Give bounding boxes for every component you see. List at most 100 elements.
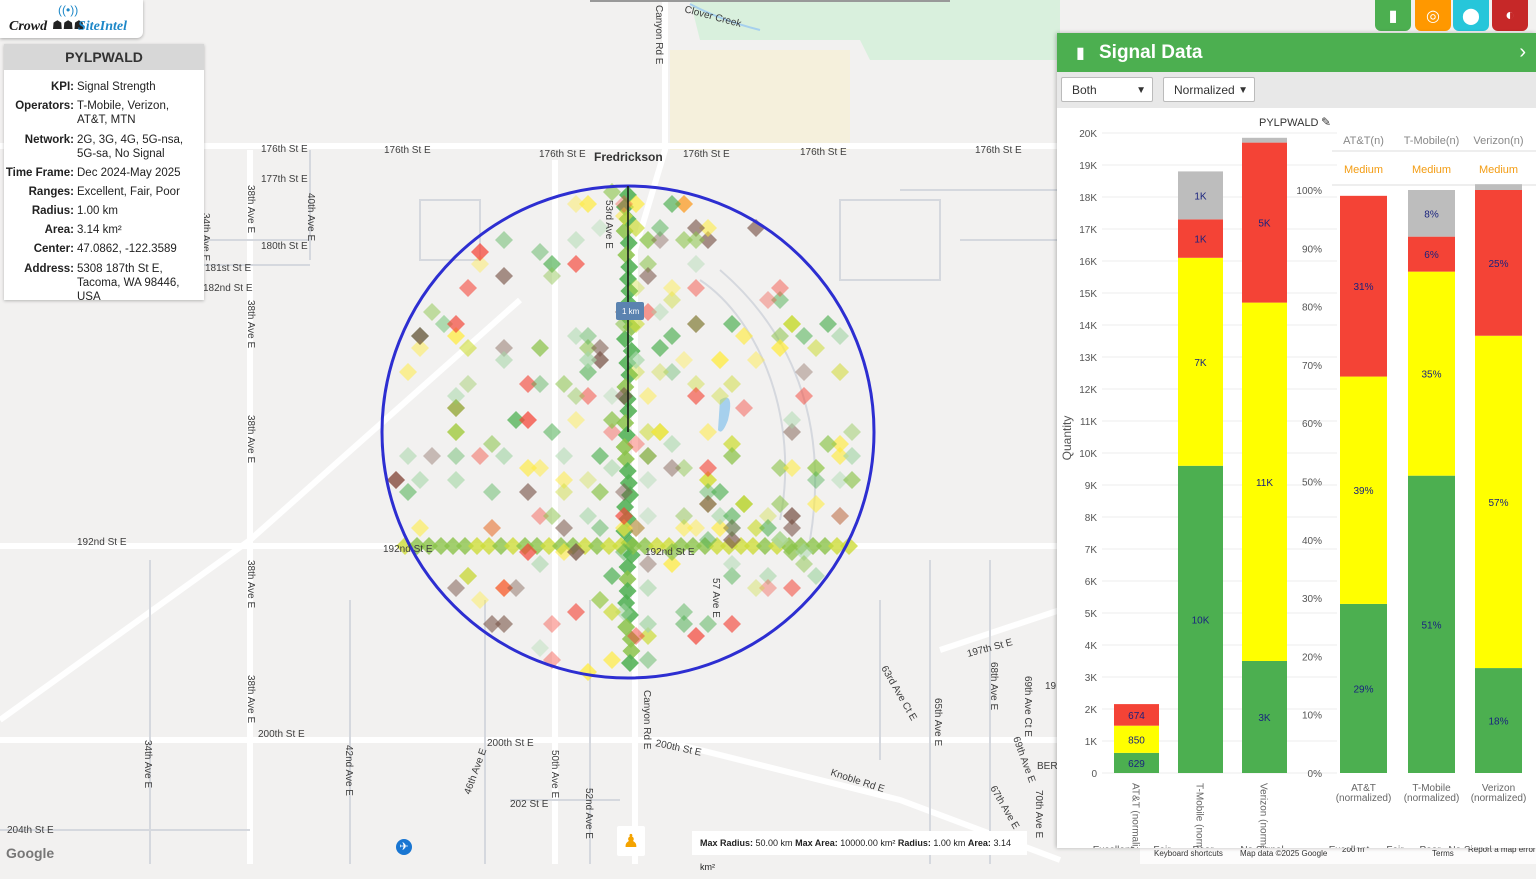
y-tick-label: 5K: [1085, 609, 1098, 620]
chart-button[interactable]: ▮: [1375, 0, 1411, 31]
legend-label: Poor: [1419, 845, 1441, 848]
y-tick-label: 60%: [1302, 419, 1322, 430]
y-tick-label: 30%: [1302, 594, 1322, 605]
map-data-credit: Map data ©2025 Google: [1240, 849, 1328, 858]
bar-data-label: 5K: [1258, 219, 1271, 230]
map-label: BER: [1037, 761, 1058, 772]
bar-data-label: 18%: [1488, 717, 1508, 728]
legend-label: No Signal: [1240, 845, 1283, 848]
terms-link[interactable]: Terms: [1432, 848, 1454, 860]
mode-select[interactable]: Normalized ▼: [1163, 77, 1255, 102]
map-label: 200th St E: [487, 738, 534, 749]
bar-data-label: 629: [1128, 759, 1145, 770]
chevron-down-icon: ▼: [1238, 85, 1248, 96]
bar-data-label: 674: [1128, 711, 1145, 722]
bar-segment[interactable]: [1475, 184, 1522, 190]
location-pin-button[interactable]: ⬤: [1453, 0, 1489, 31]
info-value: 2G, 3G, 4G, 5G-nsa, 5G-sa, No Signal: [77, 134, 184, 160]
map-label: Canyon Rd E: [641, 690, 652, 750]
y-tick-label: 15K: [1079, 289, 1097, 300]
y-tick-label: 4K: [1085, 641, 1098, 652]
map-label: 176th St E: [539, 149, 586, 160]
x-tick-label: (normalized): [1336, 793, 1392, 804]
y-tick-label: 6K: [1085, 577, 1098, 588]
map-label: 182nd St E: [203, 283, 253, 294]
bar-segment[interactable]: [1242, 137, 1287, 143]
column-header: T-Mobile(n): [1404, 135, 1460, 147]
operator-select-value: Both: [1072, 83, 1097, 97]
pegman-icon[interactable]: ♟: [617, 826, 645, 856]
chevron-right-icon[interactable]: ›: [1519, 41, 1526, 64]
map-label: 40th Ave E: [305, 193, 316, 242]
target-button[interactable]: ◎: [1415, 0, 1451, 31]
bar-data-label: 10K: [1192, 615, 1210, 626]
map-label: 202 St E: [510, 799, 549, 810]
bar-data-label: 25%: [1488, 259, 1508, 270]
panel-header: ▮ Signal Data ›: [1057, 33, 1536, 72]
y-tick-label: 17K: [1079, 225, 1097, 236]
info-value: 1.00 km: [77, 205, 118, 217]
map-label: 176th St E: [261, 144, 308, 155]
logo-text-brand: SiteIntel: [78, 19, 128, 34]
operator-select[interactable]: Both ▼: [1061, 77, 1153, 102]
map-label: 52nd Ave E: [583, 788, 594, 839]
map-label: 19: [1045, 681, 1057, 692]
map-label: 177th St E: [261, 174, 308, 185]
map-label: 68th Ave E: [988, 662, 999, 711]
chart-icon: ▮: [1388, 7, 1398, 25]
info-key: Operators:: [15, 100, 74, 112]
info-value: 3.14 km²: [77, 224, 122, 236]
y-tick-label: 8K: [1085, 513, 1098, 524]
map-label: 176th St E: [975, 145, 1022, 156]
keyboard-shortcuts-link[interactable]: Keyboard shortcuts: [1154, 848, 1223, 860]
bar-data-label: 7K: [1194, 358, 1207, 369]
map-label: 192nd St E: [77, 537, 127, 548]
y-tick-label: 10%: [1302, 711, 1322, 722]
bar-data-label: 6%: [1424, 250, 1439, 261]
y-tick-label: 7K: [1085, 545, 1098, 556]
location-title: PYLPWALD: [4, 44, 204, 70]
google-logo: Google: [6, 845, 55, 861]
map-label: 38th Ave E: [245, 560, 256, 609]
map-label: 38th Ave E: [245, 300, 256, 349]
y-tick-label: 90%: [1302, 244, 1322, 255]
map-label: 204th St E: [7, 825, 54, 836]
max-radius-value: 50.00 km: [755, 838, 793, 848]
map-label: 50th Ave E: [549, 750, 560, 799]
y-tick-label: 18K: [1079, 193, 1097, 204]
location-label: PYLPWALD: [1259, 117, 1319, 129]
map-label: 42nd Ave E: [343, 745, 354, 796]
legend-label: Poor: [1192, 845, 1214, 848]
y-tick-label: 80%: [1302, 303, 1322, 314]
column-header: AT&T(n): [1343, 135, 1384, 147]
map-label: 38th Ave E: [245, 415, 256, 464]
bar-data-label: 850: [1128, 735, 1145, 746]
panel-title: Signal Data: [1099, 42, 1203, 63]
target-icon: ◎: [1426, 7, 1440, 25]
map-label: 34th Ave E: [142, 740, 153, 789]
bar-data-label: 31%: [1353, 282, 1373, 293]
edit-icon[interactable]: ✎: [1321, 115, 1331, 129]
y-tick-label: 0%: [1308, 769, 1323, 780]
y-tick-label: 40%: [1302, 536, 1322, 547]
map-label: 38th Ave E: [245, 675, 256, 724]
land-area: [670, 50, 850, 150]
info-key: Ranges:: [28, 186, 74, 198]
map-label: 176th St E: [800, 147, 847, 158]
globe-button[interactable]: ◐: [1492, 0, 1528, 31]
app-logo[interactable]: ((•)) Crowd ☗☗☗ SiteIntel: [0, 0, 143, 38]
map-label: 180th St E: [261, 241, 308, 252]
info-key: Address:: [24, 263, 74, 275]
location-pin-icon: ⬤: [1462, 7, 1480, 25]
info-key: KPI:: [51, 81, 74, 93]
rating-label: Medium: [1344, 164, 1383, 176]
map-label: 69th Ave Ct E: [1022, 676, 1033, 737]
info-value: Signal Strength: [77, 81, 156, 93]
info-key: Time Frame:: [5, 167, 74, 179]
y-tick-label: 16K: [1079, 257, 1097, 268]
column-header: Verizon(n): [1473, 135, 1523, 147]
radius-value: 1.00 km: [933, 838, 966, 848]
bar-data-label: 1K: [1194, 191, 1207, 202]
x-tick-label: AT&T (normalized): [1130, 783, 1141, 848]
bar-data-label: 35%: [1421, 370, 1441, 381]
